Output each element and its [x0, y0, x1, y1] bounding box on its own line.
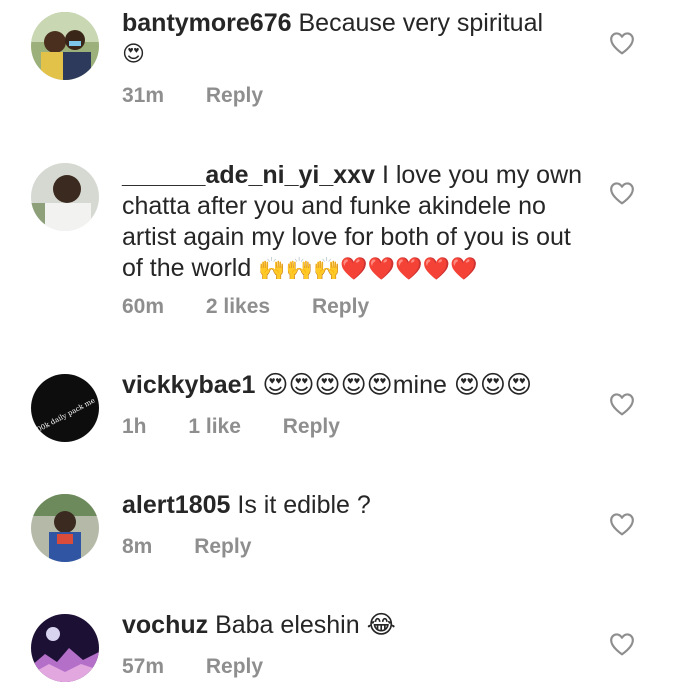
- comment-time: 60m: [122, 295, 165, 318]
- comment-emoji: 😍: [122, 42, 145, 67]
- reply-button[interactable]: Reply: [312, 295, 369, 319]
- comment-item: bantymore676 Because very spiritual 😍 31…: [0, 0, 675, 130]
- comment-time: 8m: [122, 535, 153, 558]
- comment-emoji: 🙌🙌🙌❤️❤️❤️❤️❤️: [258, 257, 478, 282]
- comment-item: vochuz Baba eleshin 😂 57m Reply: [0, 590, 675, 682]
- heart-outline-icon[interactable]: [609, 31, 635, 55]
- heart-outline-icon[interactable]: [609, 512, 635, 536]
- avatar-photo: 100k daily pack me: [31, 374, 99, 442]
- comment-username[interactable]: vochuz: [122, 611, 208, 639]
- comment-time: 57m: [122, 655, 165, 678]
- avatar-photo: [31, 12, 99, 80]
- heart-outline-icon[interactable]: [609, 392, 635, 416]
- comment-likes[interactable]: 2 likes: [206, 295, 270, 319]
- reply-button[interactable]: Reply: [194, 535, 251, 559]
- comment-username[interactable]: vickkybae1: [122, 371, 255, 399]
- comment-text: 😍😍😍😍😍mine 😍😍😍: [262, 371, 533, 399]
- reply-button[interactable]: Reply: [206, 655, 263, 679]
- avatar-photo: [31, 494, 99, 562]
- comment-username[interactable]: ______ade_ni_yi_xxv: [122, 161, 375, 189]
- comment-time: 1h: [122, 415, 147, 438]
- comment-text: Because very spiritual: [298, 9, 544, 37]
- avatar-photo: [31, 614, 99, 682]
- reply-button[interactable]: Reply: [206, 84, 263, 108]
- avatar[interactable]: 100k daily pack me: [31, 374, 99, 442]
- heart-outline-icon[interactable]: [609, 181, 635, 205]
- comment-time: 31m: [122, 84, 165, 107]
- comment-item: 100k daily pack me vickkybae1 😍😍😍😍😍mine …: [0, 350, 675, 470]
- comment-item: alert1805 Is it edible ? 8m Reply: [0, 470, 675, 590]
- comment-item: ______ade_ni_yi_xxv I love you my own ch…: [0, 130, 675, 350]
- avatar[interactable]: [31, 163, 99, 231]
- avatar[interactable]: [31, 494, 99, 562]
- avatar[interactable]: [31, 12, 99, 80]
- avatar[interactable]: [31, 614, 99, 682]
- comment-text: Is it edible ?: [237, 491, 371, 519]
- comment-likes[interactable]: 1 like: [188, 415, 241, 439]
- comment-username[interactable]: bantymore676: [122, 9, 292, 37]
- reply-button[interactable]: Reply: [283, 415, 340, 439]
- avatar-photo: [31, 163, 99, 231]
- comment-username[interactable]: alert1805: [122, 491, 230, 519]
- heart-outline-icon[interactable]: [609, 632, 635, 656]
- comment-text: Baba eleshin 😂: [215, 611, 396, 639]
